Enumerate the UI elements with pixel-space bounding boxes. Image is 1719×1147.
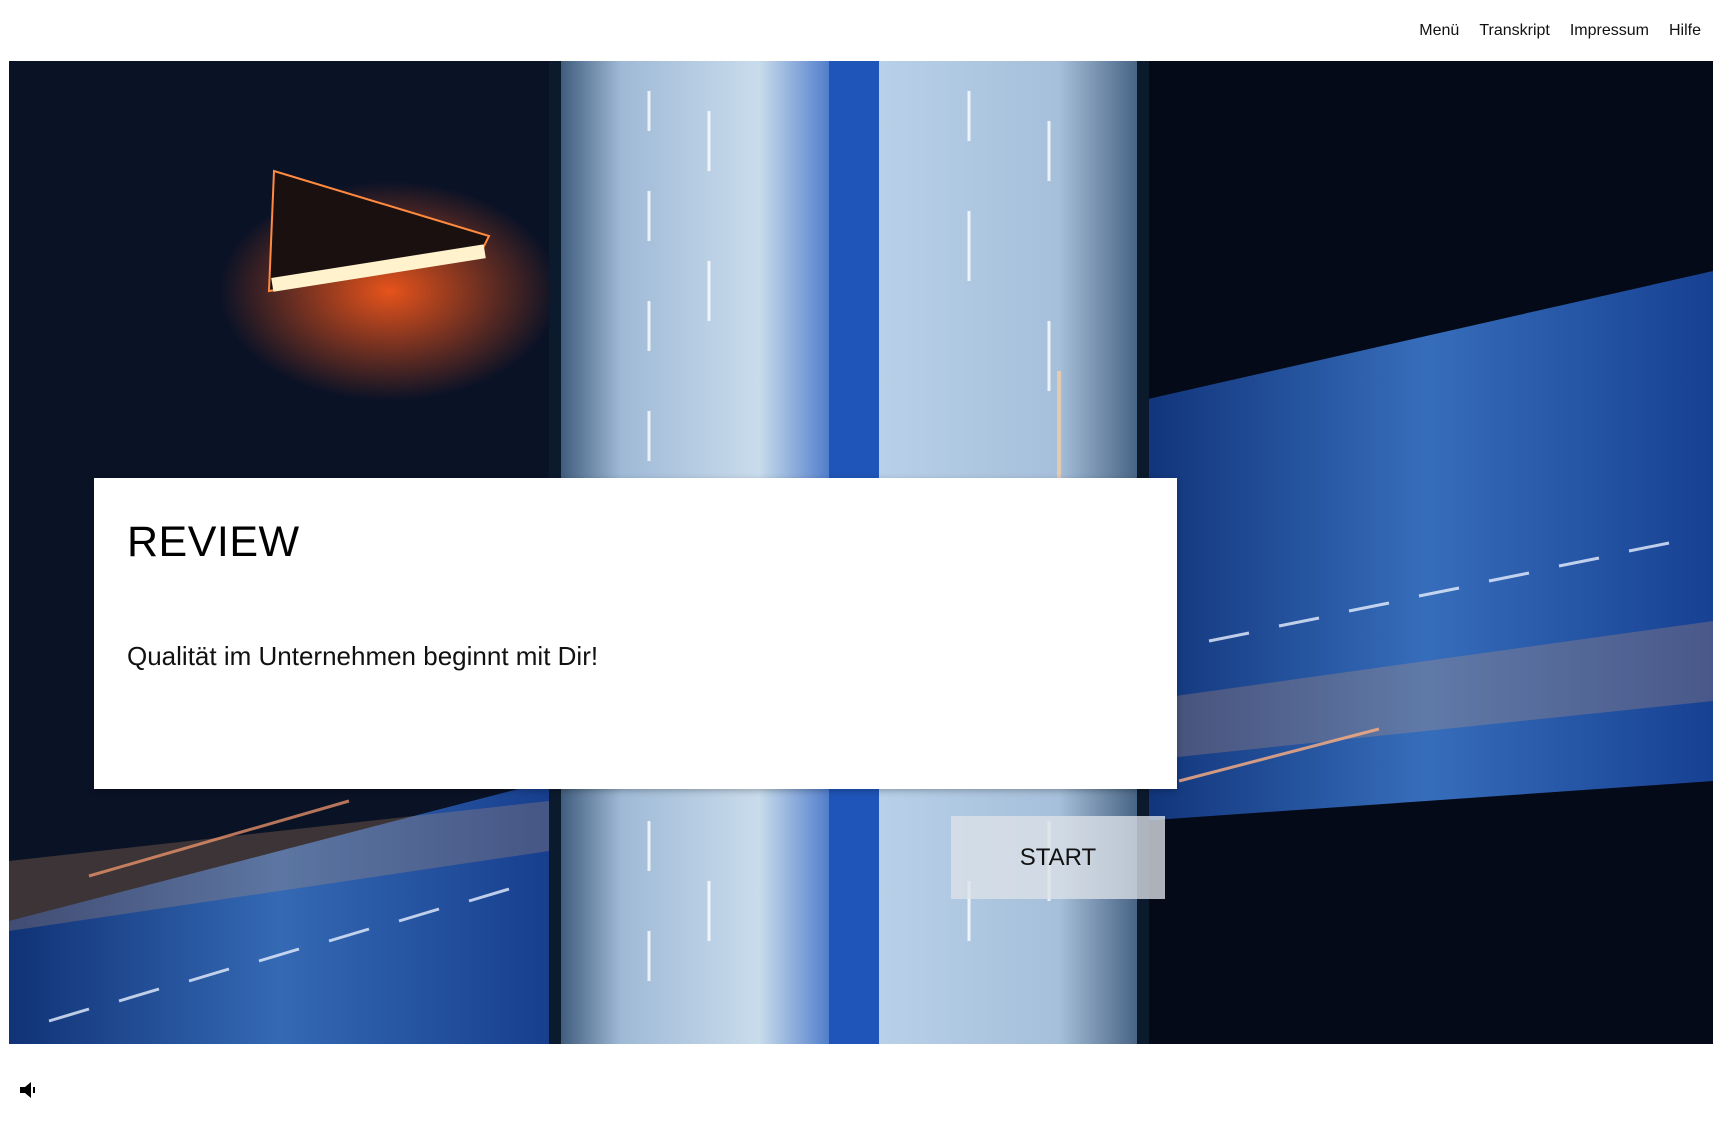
nav-menu[interactable]: Menü — [1419, 22, 1459, 40]
top-navigation: Menü Transkript Impressum Hilfe — [1419, 22, 1701, 40]
page-title: REVIEW — [127, 518, 300, 566]
review-card: REVIEW Qualität im Unternehmen beginnt m… — [94, 478, 1177, 789]
nav-transcript[interactable]: Transkript — [1479, 22, 1550, 40]
speaker-icon[interactable] — [18, 1079, 40, 1101]
start-button[interactable]: START — [951, 816, 1165, 899]
page-subtitle: Qualität im Unternehmen beginnt mit Dir! — [127, 641, 599, 671]
nav-help[interactable]: Hilfe — [1669, 22, 1701, 40]
nav-imprint[interactable]: Impressum — [1570, 22, 1649, 40]
